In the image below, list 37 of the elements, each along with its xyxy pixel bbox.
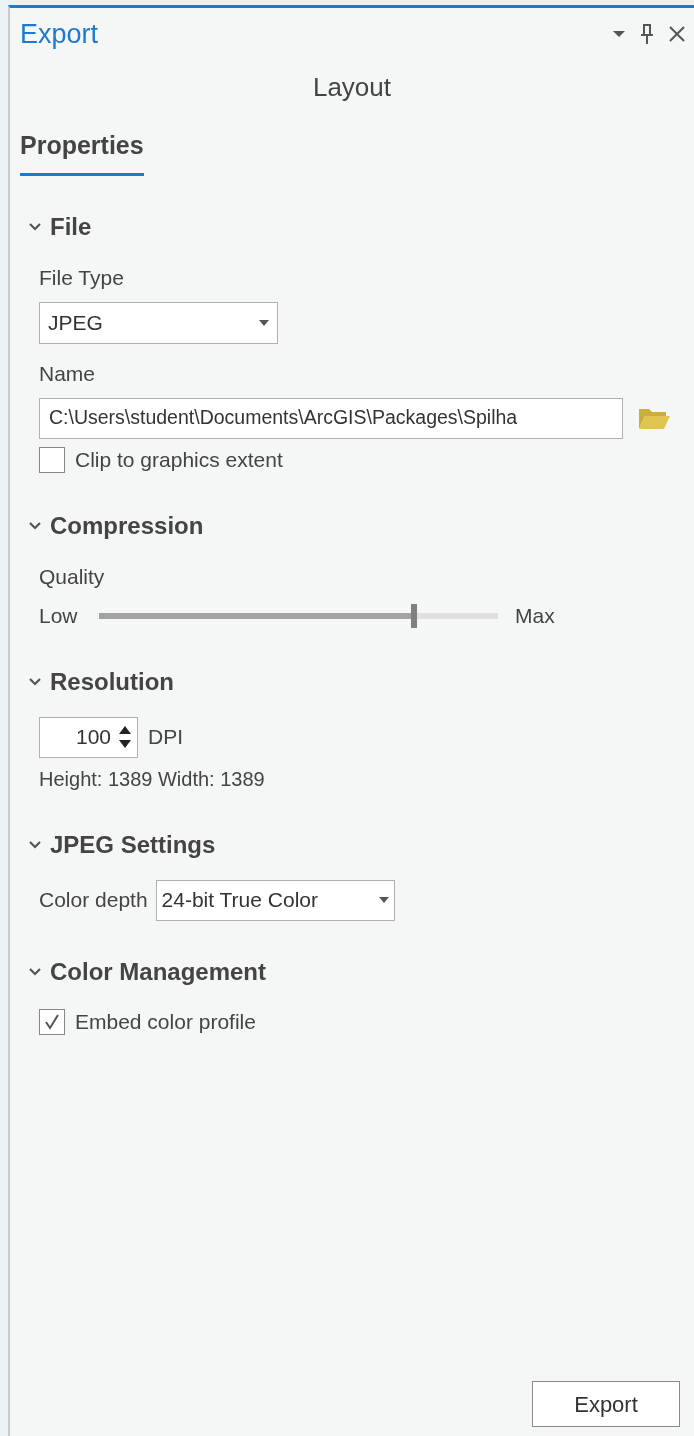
chevron-icon[interactable]	[28, 839, 42, 850]
field-label: Name	[39, 360, 97, 387]
checkmark-icon	[43, 1012, 61, 1031]
slider-max-label: Max	[515, 602, 555, 629]
checkbox[interactable]	[39, 446, 65, 473]
checkbox-label: Embed color profile	[75, 1008, 256, 1035]
section-heading: Compression	[50, 510, 204, 541]
file-type-dropdown[interactable]: JPEG	[39, 301, 278, 344]
slider-min-label: Low	[39, 602, 79, 629]
section-heading: JPEG Settings	[50, 829, 216, 860]
pin-icon[interactable]	[640, 23, 654, 45]
unit-label: DPI	[148, 724, 183, 751]
field-label: File Type	[39, 264, 125, 291]
field-label: Color depth	[39, 887, 148, 914]
name-field[interactable]: C:\Users\student\Documents\ArcGIS\Packages\Spilha	[39, 397, 623, 439]
dropdown-icon[interactable]	[612, 29, 626, 39]
checkbox-label: Clip to graphics extent	[75, 446, 283, 473]
chevron-icon[interactable]	[28, 676, 42, 687]
section-heading: File	[50, 211, 92, 242]
layout-heading: Layout	[312, 71, 392, 104]
field-label: Quality	[39, 563, 106, 590]
chevron-icon[interactable]	[28, 520, 42, 531]
export-button[interactable]: Export	[532, 1381, 680, 1427]
dropdown-arrow-icon	[378, 897, 389, 903]
color-depth-dropdown[interactable]: 24-bit True Color	[155, 879, 395, 921]
chevron-icon[interactable]	[28, 221, 42, 232]
checkbox[interactable]	[39, 1008, 65, 1035]
dpi-spinner[interactable]: 100	[39, 716, 138, 758]
panel-title: Export	[20, 17, 99, 51]
section-heading: Color Management	[50, 956, 267, 987]
dropdown-arrow-icon	[259, 319, 269, 326]
chevron-icon[interactable]	[28, 966, 42, 977]
section-heading: Resolution	[50, 666, 174, 697]
properties-tab[interactable]: Properties	[20, 127, 144, 176]
size-info: Height: 1389 Width: 1389	[39, 766, 266, 792]
close-icon[interactable]	[668, 25, 686, 43]
slider-thumb[interactable]	[411, 603, 418, 628]
